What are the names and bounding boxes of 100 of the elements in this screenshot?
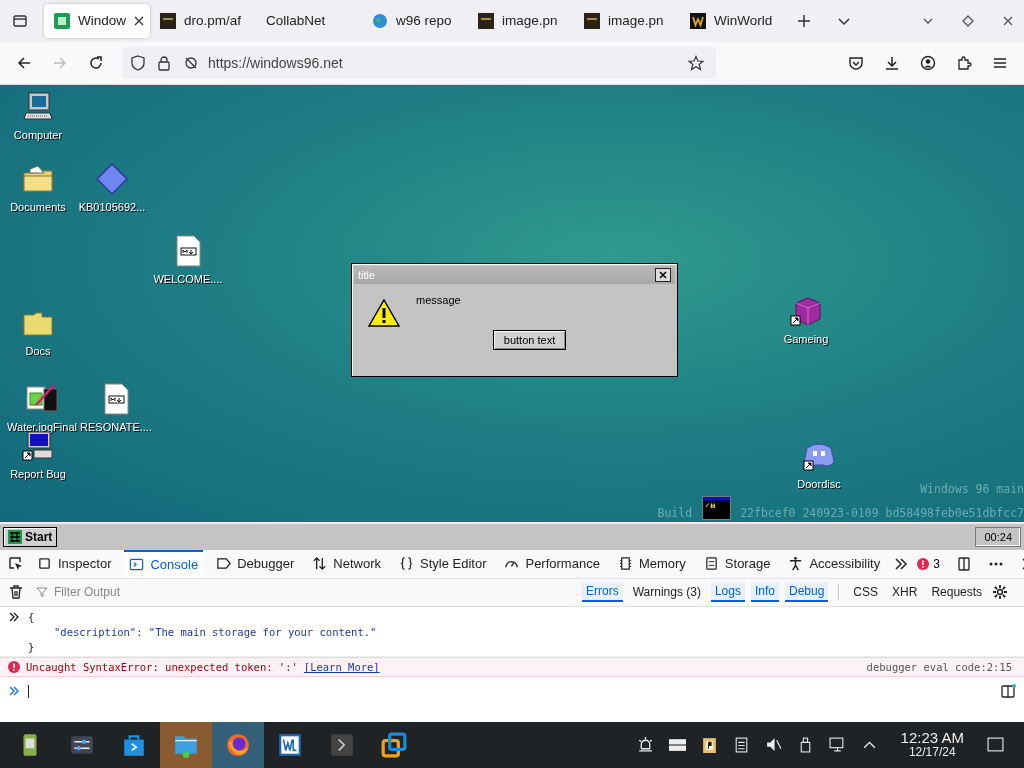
- muted-speaker-icon[interactable]: [764, 736, 782, 754]
- accessibility-icon: [788, 556, 804, 572]
- devtools-tab[interactable]: Network: [307, 549, 386, 578]
- warning-icon: [368, 297, 400, 328]
- log-filter-button[interactable]: CSS: [849, 583, 883, 602]
- terminal-shortcut-icon[interactable]: [702, 495, 733, 520]
- log-filter-button[interactable]: Logs: [710, 582, 745, 603]
- address-bar[interactable]: https://windows96.net: [122, 46, 716, 79]
- folder-icon[interactable]: [22, 162, 54, 195]
- element-picker-icon[interactable]: [8, 555, 24, 572]
- memory-icon: [617, 556, 633, 572]
- clock-date[interactable]: 12/17/24: [908, 745, 956, 759]
- log-filter-button[interactable]: Errors: [582, 582, 623, 603]
- debugger-icon: [216, 556, 232, 572]
- browser-tab[interactable]: CollabNet: [256, 3, 362, 38]
- devtools-tab[interactable]: Console: [124, 549, 204, 578]
- new-tab-icon[interactable]: [796, 12, 812, 29]
- star-icon[interactable]: [688, 54, 704, 71]
- cube-shortcut-icon[interactable]: [790, 294, 822, 327]
- show-desktop-icon[interactable]: [987, 736, 1004, 754]
- drive-icon[interactable]: [668, 736, 686, 754]
- terminal-icon: [329, 732, 355, 758]
- dialog-title: title: [358, 268, 376, 281]
- globe-icon: [372, 12, 388, 29]
- start-button[interactable]: Start: [3, 526, 58, 547]
- download-icon[interactable]: [884, 54, 900, 71]
- network-icon: [312, 556, 328, 572]
- url-text[interactable]: https://windows96.net: [208, 54, 343, 71]
- desktop-icon-label: Computer: [12, 128, 64, 141]
- log-filter-button[interactable]: Requests: [927, 583, 987, 602]
- puzzle-piece-icon[interactable]: [956, 54, 972, 71]
- log-filter-button[interactable]: Info: [750, 582, 779, 603]
- close-icon[interactable]: [134, 15, 144, 26]
- desktop-icon-label: WELCOME....: [152, 272, 224, 285]
- log-filter-button[interactable]: Warnings (3): [628, 583, 705, 602]
- permissions-icon[interactable]: [182, 54, 198, 71]
- forward-arrow-icon: [52, 54, 68, 71]
- desktop-icon-label: Gameing: [782, 332, 830, 345]
- learn-more-link[interactable]: [Learn More]: [303, 661, 380, 674]
- dock-panel-icon[interactable]: [955, 555, 972, 572]
- network-icon[interactable]: [828, 736, 846, 754]
- error-icon: [917, 557, 930, 570]
- chevron-double-right-icon: [8, 685, 20, 698]
- clock-time[interactable]: 12:23 AM: [900, 731, 964, 745]
- browser-tab[interactable]: image.pn: [574, 3, 680, 38]
- close-icon[interactable]: [655, 267, 671, 282]
- devtools-tab[interactable]: Accessibility: [783, 549, 886, 578]
- settings-icon[interactable]: [992, 584, 1009, 601]
- logo-icon: [8, 529, 22, 544]
- favicon-icon: [690, 12, 706, 29]
- desktop-icon-label: KB0105692...: [77, 200, 147, 213]
- filter-field[interactable]: Filter Output: [52, 584, 356, 601]
- browser-tab[interactable]: image.pn: [468, 3, 574, 38]
- browser-tab[interactable]: w96 repo: [362, 3, 468, 38]
- braces-icon: [399, 556, 414, 572]
- console-output-line: }: [28, 641, 36, 655]
- devtools-tab[interactable]: Memory: [612, 549, 691, 578]
- error-location-link[interactable]: debugger eval code:2:15: [866, 661, 1016, 674]
- desktop-icon-label: RESONATE....: [79, 420, 153, 433]
- reload-icon[interactable]: [88, 54, 104, 71]
- account-icon[interactable]: [920, 54, 936, 71]
- pocket-icon[interactable]: [848, 54, 864, 71]
- devtools-tab[interactable]: Storage: [698, 549, 776, 578]
- error-message: Uncaught SyntaxError: unexpected token: ':': [26, 661, 298, 674]
- browser-tab[interactable]: WinWorld: [680, 3, 786, 38]
- diamond-icon[interactable]: [96, 162, 128, 195]
- devtools-tab[interactable]: Debugger: [211, 549, 300, 578]
- clipboard-icon[interactable]: [700, 736, 718, 754]
- chevron-double-right-icon: [8, 611, 20, 624]
- devtools-tab[interactable]: Inspector: [32, 549, 117, 578]
- devtools-tab[interactable]: Style Editor: [394, 549, 492, 578]
- editor-icon: [277, 732, 303, 758]
- version-text: Windows 96 main: [920, 481, 1024, 496]
- editor-mode-icon[interactable]: [1000, 683, 1016, 700]
- shopping-bag-icon: [121, 732, 147, 758]
- dialog-button[interactable]: button text: [492, 329, 567, 350]
- lock-icon[interactable]: [156, 54, 172, 71]
- browser-tab[interactable]: dro.pm/af: [150, 3, 256, 38]
- filter-icon: [36, 586, 48, 599]
- tab-overview-icon[interactable]: [12, 12, 28, 29]
- shield-icon[interactable]: [130, 54, 146, 71]
- back-arrow-icon[interactable]: [16, 54, 32, 71]
- browser-tab[interactable]: Window: [44, 3, 150, 38]
- favicon-icon: [478, 12, 494, 29]
- error-count-badge[interactable]: 3: [917, 556, 940, 571]
- desktop-icon-label: Documents: [9, 200, 67, 213]
- desktop-icon-label: Docs: [24, 344, 52, 357]
- image-editor-icon[interactable]: [26, 382, 58, 415]
- log-filter-button[interactable]: Debug: [784, 582, 829, 603]
- alarm-icon[interactable]: [636, 736, 654, 754]
- devtools-tab[interactable]: Performance: [499, 549, 605, 578]
- log-filter-button[interactable]: XHR: [888, 583, 922, 602]
- dialog-message: message: [416, 293, 461, 306]
- computer-icon[interactable]: [22, 90, 54, 123]
- trash-icon[interactable]: [8, 584, 24, 601]
- console-output-line: "description": "The main storage for your content.": [53, 626, 377, 640]
- console-icon: [129, 557, 145, 573]
- chevron-double-right-icon[interactable]: [893, 555, 910, 572]
- error-count: 3: [933, 556, 940, 571]
- favicon-icon: [54, 12, 70, 29]
